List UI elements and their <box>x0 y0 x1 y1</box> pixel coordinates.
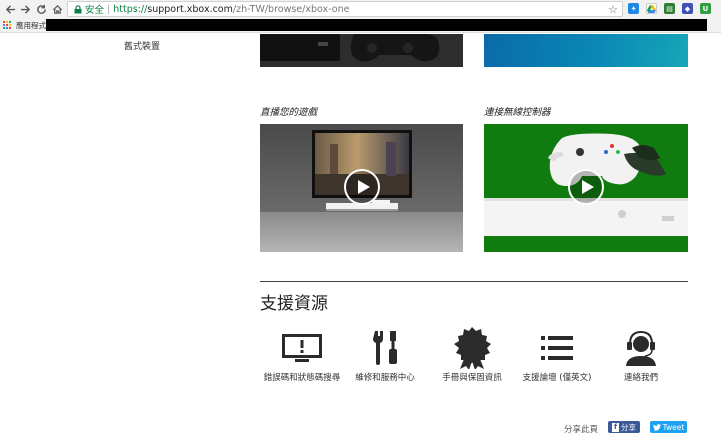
blue-tile-image[interactable] <box>484 34 688 67</box>
headset-agent-icon <box>619 328 663 368</box>
apps-grid-icon[interactable] <box>3 21 12 30</box>
home-icon[interactable] <box>50 2 64 16</box>
tweet-label: Tweet <box>662 422 685 432</box>
badge-icon <box>450 327 494 369</box>
share-page-label: 分享此頁 <box>564 425 599 435</box>
url-protocol: https:// <box>113 3 148 15</box>
list-icon <box>535 328 579 368</box>
lock-icon <box>73 4 83 14</box>
forward-icon[interactable] <box>18 2 32 16</box>
back-icon[interactable] <box>3 2 17 16</box>
tweet-button[interactable]: Tweet <box>650 421 687 433</box>
support-label-contact[interactable]: 連絡我們 <box>624 372 658 384</box>
drive-icon[interactable] <box>646 3 657 14</box>
extension-icon-1[interactable]: ✦ <box>628 3 639 14</box>
video-title-stream[interactable]: 直播您的遊戲 <box>260 104 317 118</box>
support-item-error-codes[interactable]: 錯誤碼和狀態碼搜尋 <box>259 328 345 384</box>
support-label-repair[interactable]: 維修和服務中心 <box>355 372 415 384</box>
support-item-contact[interactable]: 連絡我們 <box>598 328 684 384</box>
video-title-controller[interactable]: 連接無線控制器 <box>484 104 551 118</box>
browser-toolbar: 安全 | https://support.xbox.com/zh-TW/brow… <box>0 0 721 18</box>
bookmark-star-icon[interactable]: ☆ <box>608 3 618 16</box>
video-thumbnail-controller[interactable] <box>484 124 688 252</box>
sidebar-item-legacy-devices[interactable]: 舊式裝置 <box>124 39 160 52</box>
support-label-forums[interactable]: 支援論壇 (僅英文) <box>523 372 592 384</box>
console-tile-image[interactable] <box>260 34 463 67</box>
support-item-repair[interactable]: 維修和服務中心 <box>342 328 428 384</box>
twitter-icon <box>652 423 661 431</box>
extension-icon-3[interactable]: ▤ <box>664 3 675 14</box>
video-thumbnail-stream[interactable] <box>260 124 463 252</box>
tools-icon <box>363 328 407 368</box>
secure-label: 安全 <box>85 5 105 16</box>
reload-icon[interactable] <box>34 2 48 16</box>
url-path: /zh-TW/browse/xbox-one <box>232 3 350 15</box>
facebook-share-label: 分享 <box>621 422 637 432</box>
support-resources-title: 支援資源 <box>260 294 328 314</box>
extension-icon-5[interactable]: U <box>700 3 711 14</box>
address-bar[interactable]: 安全 | https://support.xbox.com/zh-TW/brow… <box>67 1 623 17</box>
support-item-forums[interactable]: 支援論壇 (僅英文) <box>514 328 600 384</box>
omnibox-separator: | <box>107 3 111 15</box>
support-label-manuals[interactable]: 手冊與保固資訊 <box>442 372 502 384</box>
support-label-error-codes[interactable]: 錯誤碼和狀態碼搜尋 <box>264 372 341 384</box>
play-icon[interactable] <box>568 169 604 205</box>
section-divider <box>260 281 688 282</box>
facebook-share-button[interactable]: f 分享 <box>608 421 640 433</box>
monitor-alert-icon <box>280 328 324 368</box>
support-item-manuals[interactable]: 手冊與保固資訊 <box>429 327 515 384</box>
apps-label[interactable]: 應用程式 <box>16 20 46 31</box>
redacted-bookmarks <box>46 19 707 31</box>
facebook-icon: f <box>611 422 620 432</box>
url-host: support.xbox.com <box>147 3 233 15</box>
play-icon[interactable] <box>344 169 380 205</box>
extension-icon-4[interactable]: ◆ <box>682 3 693 14</box>
